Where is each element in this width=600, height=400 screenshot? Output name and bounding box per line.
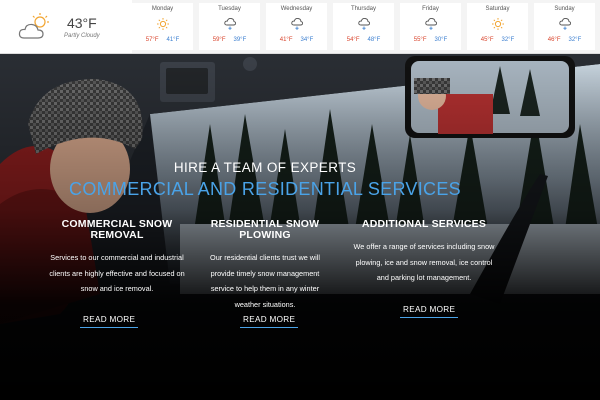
current-weather: 43°F Partly Cloudy: [0, 0, 132, 53]
snow-cloud-icon: [223, 18, 236, 30]
forecast-high: 57°F: [145, 37, 159, 43]
snow-cloud-icon: [558, 18, 571, 30]
snow-cloud-icon: [290, 18, 303, 30]
forecast-high: 55°F: [413, 37, 427, 43]
forecast-day-name: Saturday: [485, 6, 510, 12]
forecast-day: Monday 57°F 41°F: [132, 3, 193, 50]
read-more-button[interactable]: READ MORE: [240, 315, 299, 328]
read-more-button[interactable]: READ MORE: [400, 305, 459, 318]
forecast-day: Friday 55°F 30°F: [400, 3, 461, 50]
forecast-high: 54°F: [346, 37, 360, 43]
forecast-low: 34°F: [300, 37, 314, 43]
service-description: We offer a range of services including s…: [353, 242, 495, 283]
forecast-day-name: Friday: [422, 6, 439, 12]
forecast-day: Thursday 54°F 48°F: [333, 3, 394, 50]
service-card-additional: ADDITIONAL SERVICES We offer a range of …: [350, 219, 498, 286]
forecast-day-name: Monday: [151, 6, 174, 12]
current-temperature: 43°F: [66, 14, 97, 31]
forecast-day: Wednesday 41°F 34°F: [266, 3, 327, 50]
forecast-low: 41°F: [166, 37, 180, 43]
service-title: ADDITIONAL SERVICES: [361, 218, 487, 230]
service-description: Our residential clients trust we will pr…: [210, 253, 320, 309]
sun-icon: [491, 18, 504, 30]
weather-bar: 43°F Partly Cloudy Monday 57°F 41°F Tues…: [0, 0, 600, 54]
hero-section: HIRE A TEAM OF EXPERTS COMMERCIAL AND RE…: [0, 54, 600, 400]
service-card-additional-footer: READ MORE: [400, 299, 459, 318]
forecast-high: 45°F: [480, 37, 494, 43]
forecast-low: 30°F: [434, 37, 448, 43]
forecast-high: 46°F: [547, 37, 561, 43]
service-card-residential: RESIDENTIAL SNOW PLOWING Our residential…: [200, 219, 330, 312]
forecast-day-name: Sunday: [554, 6, 575, 12]
forecast-day: Saturday 45°F 32°F: [467, 3, 528, 50]
forecast-day-name: Thursday: [350, 6, 376, 12]
forecast-low: 32°F: [501, 37, 515, 43]
service-title: RESIDENTIAL SNOW PLOWING: [210, 218, 320, 241]
sun-icon: [156, 18, 169, 30]
current-condition: Partly Cloudy: [64, 32, 100, 39]
service-title: COMMERCIAL SNOW REMOVAL: [61, 218, 173, 241]
forecast-high: 41°F: [279, 37, 293, 43]
hero-subheadline: COMMERCIAL AND RESIDENTIAL SERVICES: [69, 179, 461, 199]
forecast-low: 32°F: [568, 37, 582, 43]
forecast-day-name: Wednesday: [280, 6, 313, 12]
hero-headline: HIRE A TEAM OF EXPERTS: [173, 160, 357, 175]
service-card-commercial-footer: READ MORE: [80, 309, 139, 328]
snow-cloud-icon: [357, 18, 370, 30]
read-more-button[interactable]: READ MORE: [80, 315, 139, 328]
snow-cloud-icon: [424, 18, 437, 30]
forecast-list: Monday 57°F 41°F Tuesday 59°F 39°F Wedne…: [132, 0, 600, 53]
forecast-day: Sunday 46°F 32°F: [534, 3, 595, 50]
service-card-residential-footer: READ MORE: [240, 309, 299, 328]
forecast-high: 59°F: [212, 37, 226, 43]
partly-cloudy-icon: [18, 12, 49, 39]
service-card-commercial: COMMERCIAL SNOW REMOVAL Services to our …: [40, 219, 194, 297]
forecast-day: Tuesday 59°F 39°F: [199, 3, 260, 50]
forecast-low: 48°F: [367, 37, 381, 43]
service-description: Services to our commercial and industria…: [49, 253, 185, 294]
forecast-low: 39°F: [233, 37, 247, 43]
forecast-day-name: Tuesday: [218, 6, 241, 12]
